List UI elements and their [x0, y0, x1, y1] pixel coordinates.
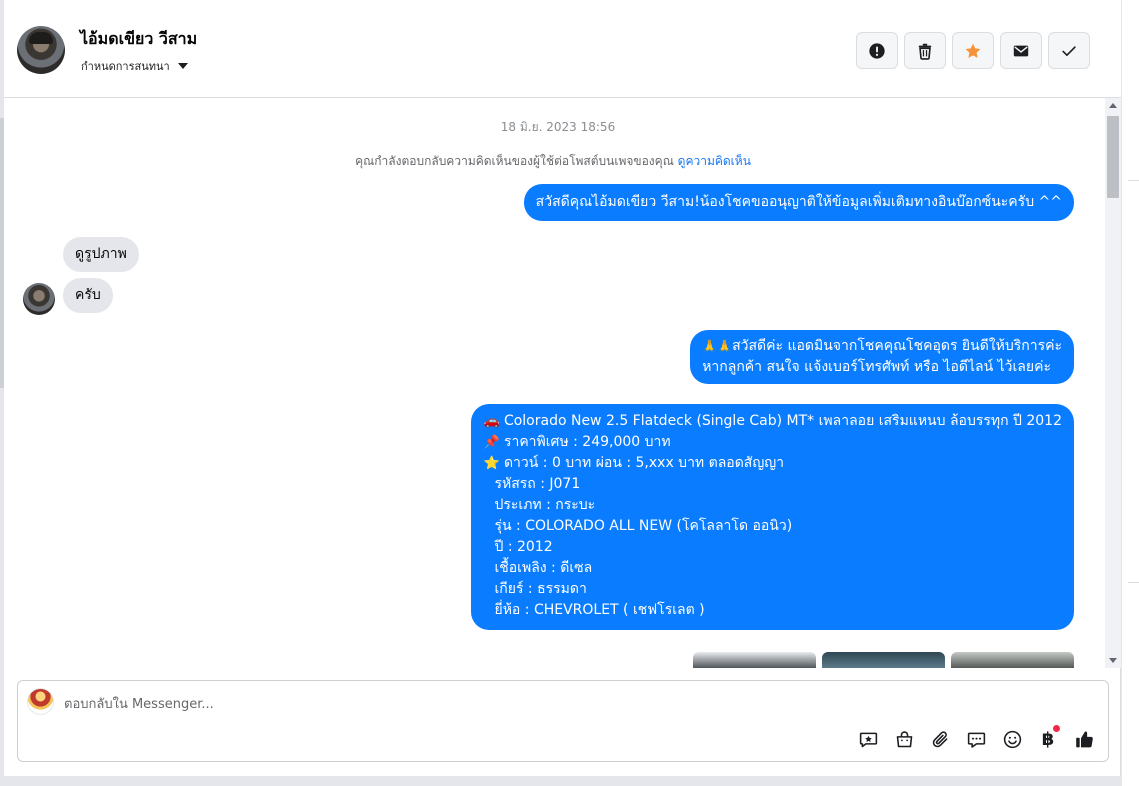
attachment-icon — [932, 730, 947, 747]
scroll-thumb[interactable] — [1107, 116, 1119, 198]
right-side-strip — [1121, 0, 1139, 786]
composer-toolbar: ฿ — [856, 725, 1096, 751]
report-button[interactable] — [856, 32, 898, 69]
scroll-up-arrow-icon[interactable] — [1109, 103, 1117, 108]
page-avatar — [27, 688, 54, 715]
like-button[interactable] — [1072, 727, 1096, 751]
shop-button[interactable] — [892, 727, 916, 751]
star-icon — [965, 43, 981, 58]
chat-bubble-icon — [967, 732, 985, 748]
emoji-icon — [1003, 730, 1021, 748]
incoming-message[interactable]: ดูรูปภาพ — [63, 237, 139, 272]
car-listing-message[interactable]: 🚗 Colorado New 2.5 Flatdeck (Single Cab)… — [471, 404, 1074, 630]
contact-name[interactable]: ไอ้มดเขียว วีสาม — [80, 27, 197, 52]
message-line: ปี : 2012 — [494, 539, 553, 555]
chat-button[interactable] — [964, 727, 988, 751]
emoji-button[interactable] — [1000, 727, 1024, 751]
message-line: เชื้อเพลิง : ดีเซล — [494, 560, 593, 576]
thumbs-up-icon — [1075, 730, 1093, 747]
caret-down-icon — [177, 63, 188, 69]
car-photo-thumbnail[interactable] — [822, 652, 945, 668]
delete-button[interactable] — [904, 32, 946, 69]
contact-avatar-small — [23, 283, 55, 315]
trash-icon — [918, 43, 932, 60]
pin-emoji: 📌 — [483, 435, 500, 450]
conversation-panel: ไอ้มดเขียว วีสาม กำหนดการสนทนา 18 มิ.ย. — [4, 0, 1121, 776]
thread-timestamp: 18 มิ.ย. 2023 18:56 — [500, 120, 616, 134]
check-icon — [1062, 45, 1076, 56]
assign-label: กำหนดการสนทนา — [81, 60, 170, 73]
header-toolbar — [856, 32, 1090, 69]
outgoing-message[interactable]: 🙏🙏สวัสดีค่ะ แอดมินจากโชคคุณโชคอุดร ยินดี… — [690, 330, 1074, 384]
message-line: รหัสรถ : J071 — [494, 476, 581, 492]
message-line: ยี่ห้อ : CHEVROLET ( เชฟโรเลต ) — [494, 602, 705, 618]
assign-conversation-dropdown[interactable]: กำหนดการสนทนา — [81, 57, 188, 75]
star-button[interactable] — [952, 32, 994, 69]
message-thread[interactable]: 18 มิ.ย. 2023 18:56 คุณกำลังตอบกลับความค… — [4, 98, 1121, 668]
star-emoji: ⭐ — [483, 456, 500, 471]
image-attachments — [693, 652, 1074, 668]
mark-done-button[interactable] — [1048, 32, 1090, 69]
message-line: รุ่น : COLORADO ALL NEW (โคโลลาโด ออนิว) — [494, 518, 793, 534]
car-photo-thumbnail[interactable] — [951, 652, 1074, 668]
incoming-message[interactable]: ครับ — [63, 278, 113, 313]
saved-reply-icon — [859, 732, 877, 747]
saved-reply-button[interactable] — [856, 727, 880, 751]
message-line: หากลูกค้า สนใจ แจ้งเบอร์โทรศัพท์ หรือ ไอ… — [702, 359, 1051, 375]
message-line: ประเภท : กระบะ — [494, 497, 596, 513]
reply-context-notice: คุณกำลังตอบกลับความคิดเห็นของผู้ใช้ต่อโพ… — [4, 152, 1102, 171]
attach-file-button[interactable] — [928, 727, 952, 751]
conversation-header: ไอ้มดเขียว วีสาม กำหนดการสนทนา — [4, 0, 1121, 98]
baht-icon: ฿ — [1041, 728, 1055, 750]
message-line: 🚗 Colorado New 2.5 Flatdeck (Single Cab)… — [483, 411, 1062, 432]
car-emoji: 🚗 — [483, 414, 500, 429]
view-comment-link[interactable]: ดูความคิดเห็น — [678, 154, 751, 168]
shop-icon — [896, 730, 912, 747]
alert-icon — [869, 42, 885, 59]
message-line: เกียร์ : ธรรมดา — [494, 581, 587, 597]
car-photo-thumbnail[interactable] — [693, 652, 816, 668]
payment-button[interactable]: ฿ — [1036, 725, 1060, 751]
envelope-icon — [1013, 45, 1029, 56]
context-text: คุณกำลังตอบกลับความคิดเห็นของผู้ใช้ต่อโพ… — [355, 154, 674, 168]
reply-input[interactable] — [64, 694, 964, 714]
message-line: ⭐ ดาวน์ : 0 บาท ผ่อน : 5,xxx บาท ตลอดสัญ… — [483, 453, 1062, 474]
message-line: 🙏🙏สวัสดีค่ะ แอดมินจากโชคคุณโชคอุดร ยินดี… — [702, 338, 1062, 354]
message-line: 📌 ราคาพิเศษ : 249,000 บาท — [483, 432, 1062, 453]
notification-dot — [1053, 725, 1060, 732]
mark-unread-button[interactable] — [1000, 32, 1042, 69]
scroll-down-arrow-icon[interactable] — [1109, 658, 1117, 663]
pray-emoji: 🙏🙏 — [702, 339, 733, 353]
message-composer: ฿ — [17, 680, 1109, 762]
outgoing-message[interactable]: สวัสดีคุณไอ้มดเขียว วีสาม!น้องโชคขออนุญา… — [523, 184, 1074, 221]
contact-avatar[interactable] — [17, 26, 65, 74]
thread-scrollbar[interactable] — [1105, 98, 1121, 668]
